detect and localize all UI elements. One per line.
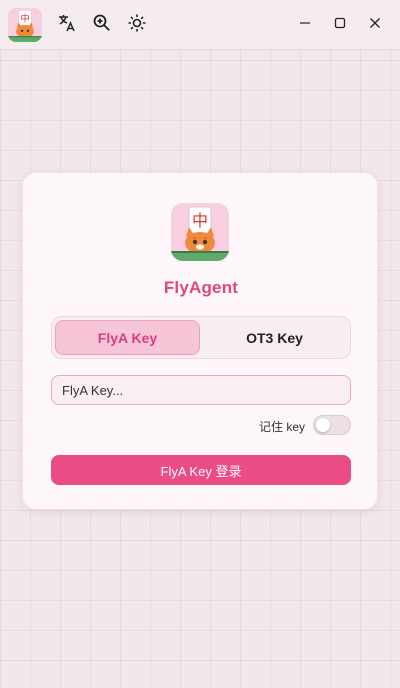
minimize-icon bbox=[299, 16, 311, 34]
zoom-in-icon bbox=[92, 13, 112, 38]
remember-key-toggle[interactable] bbox=[313, 415, 351, 435]
app-logo-icon: 中 bbox=[8, 8, 42, 42]
tab-flya-key[interactable]: FlyA Key bbox=[55, 320, 200, 355]
maximize-icon bbox=[334, 16, 346, 34]
key-type-tabs: FlyA Key OT3 Key bbox=[51, 316, 351, 359]
app-logo-icon: 中 bbox=[171, 203, 229, 261]
close-button[interactable] bbox=[360, 10, 390, 40]
maximize-button[interactable] bbox=[325, 10, 355, 40]
minimize-button[interactable] bbox=[290, 10, 320, 40]
app-title: FlyAgent bbox=[163, 278, 239, 297]
zoom-in-button[interactable] bbox=[89, 12, 115, 38]
translate-button[interactable] bbox=[54, 12, 80, 38]
brightness-icon bbox=[127, 13, 147, 38]
theme-toggle-button[interactable] bbox=[124, 12, 150, 38]
title-bar: 中 bbox=[0, 0, 400, 50]
login-card: 中 FlyAgent FlyA Key OT3 Key 记住 key FlyA … bbox=[22, 172, 378, 510]
svg-text:中: 中 bbox=[20, 12, 29, 24]
logo-tile-char: 中 bbox=[192, 211, 208, 230]
key-input[interactable] bbox=[51, 375, 351, 405]
close-icon bbox=[369, 16, 381, 34]
tab-ot3-key[interactable]: OT3 Key bbox=[202, 320, 347, 355]
toggle-knob bbox=[316, 418, 330, 432]
translate-icon bbox=[57, 13, 77, 38]
login-button[interactable]: FlyA Key 登录 bbox=[51, 455, 351, 485]
remember-key-label: 记住 key bbox=[259, 420, 306, 434]
